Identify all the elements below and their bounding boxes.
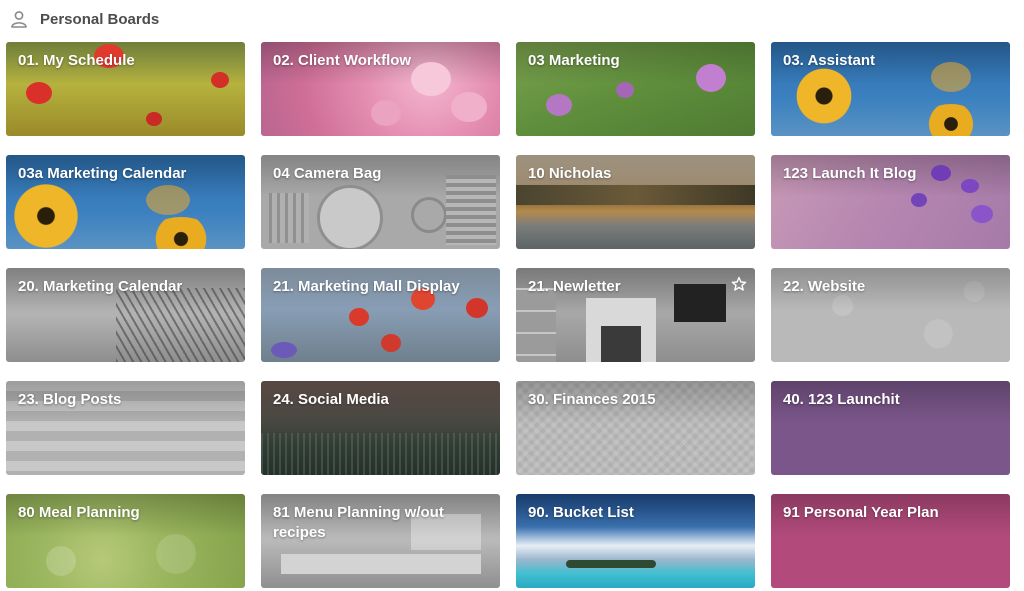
board-title: 21. Marketing Mall Display [273, 278, 460, 295]
camera-gear-decoration [411, 197, 447, 233]
tree-line-decoration [516, 185, 755, 205]
board-tile-10-nicholas[interactable]: 10 Nicholas [516, 155, 755, 249]
yellow-flower-decoration [921, 104, 981, 136]
purple-flower-decoration [271, 342, 297, 358]
board-title: 23. Blog Posts [18, 391, 122, 408]
kitchen-decoration [281, 554, 481, 574]
board-title: 02. Client Workflow [273, 52, 412, 69]
camera-gear-decoration [446, 175, 496, 245]
blossom-decoration [451, 92, 487, 122]
board-title: 01. My Schedule [18, 52, 135, 69]
blossom-decoration [371, 100, 401, 126]
board-title: 123 Launch It Blog [783, 165, 917, 182]
fireplace-decoration [601, 326, 641, 362]
purple-flower-decoration [971, 205, 993, 223]
board-title: 04 Camera Bag [273, 165, 382, 182]
board-tile-21-newletter[interactable]: 21. Newletter [516, 268, 755, 362]
board-tile-21-marketing-mall-display[interactable]: 21. Marketing Mall Display [261, 268, 500, 362]
board-tile-81-menu-planning[interactable]: 81 Menu Planning w/out recipes [261, 494, 500, 588]
board-tile-24-social-media[interactable]: 24. Social Media [261, 381, 500, 475]
board-tile-40-123-launchit[interactable]: 40. 123 Launchit [771, 381, 1010, 475]
board-title: 22. Website [783, 278, 866, 295]
shelf-decoration [516, 288, 556, 362]
poppy-decoration [211, 72, 229, 88]
board-title: 81 Menu Planning w/out recipes [273, 504, 444, 541]
purple-flower-decoration [546, 94, 572, 116]
camera-gear-decoration [317, 185, 383, 249]
board-tile-30-finances-2015[interactable]: 30. Finances 2015 [516, 381, 755, 475]
board-tile-03-assistant[interactable]: 03. Assistant [771, 42, 1010, 136]
poppy-decoration [146, 112, 162, 126]
island-decoration [566, 560, 656, 568]
purple-flower-decoration [616, 82, 634, 98]
board-title: 90. Bucket List [528, 504, 634, 521]
board-tile-23-blog-posts[interactable]: 23. Blog Posts [6, 381, 245, 475]
section-title: Personal Boards [40, 10, 160, 28]
purple-flower-decoration [911, 193, 927, 207]
board-tile-04-camera-bag[interactable]: 04 Camera Bag [261, 155, 500, 249]
board-tile-91-personal-year-plan[interactable]: 91 Personal Year Plan [771, 494, 1010, 588]
bokeh-decoration [146, 185, 190, 215]
red-flower-decoration [466, 298, 488, 318]
board-title: 40. 123 Launchit [783, 391, 900, 408]
board-tile-90-bucket-list[interactable]: 90. Bucket List [516, 494, 755, 588]
bare-tree-decoration [116, 288, 245, 362]
bokeh-decoration [156, 534, 196, 574]
board-title: 80 Meal Planning [18, 504, 140, 521]
star-outline-icon[interactable] [731, 276, 747, 292]
board-title: 21. Newletter [528, 278, 621, 295]
board-title: 10 Nicholas [528, 165, 612, 182]
camera-gear-decoration [269, 193, 309, 243]
board-title: 24. Social Media [273, 391, 389, 408]
board-tile-my-schedule[interactable]: 01. My Schedule [6, 42, 245, 136]
board-title: 20. Marketing Calendar [18, 278, 183, 295]
board-title: 03. Assistant [783, 52, 875, 69]
board-tile-client-workflow[interactable]: 02. Client Workflow [261, 42, 500, 136]
yellow-flower-decoration [789, 68, 859, 124]
person-icon [10, 10, 28, 28]
board-tile-22-website[interactable]: 22. Website [771, 268, 1010, 362]
yellow-flower-decoration [146, 217, 216, 249]
board-tile-80-meal-planning[interactable]: 80 Meal Planning [6, 494, 245, 588]
board-tile-20-marketing-calendar[interactable]: 20. Marketing Calendar [6, 268, 245, 362]
grass-decoration [261, 433, 500, 475]
board-title: 03a Marketing Calendar [18, 165, 187, 182]
boards-grid: 01. My Schedule 02. Client Workflow 03 M… [6, 42, 1010, 588]
yellow-flower-decoration [6, 183, 86, 249]
red-flower-decoration [349, 308, 369, 326]
board-title: 03 Marketing [528, 52, 620, 69]
board-tile-03a-marketing-calendar[interactable]: 03a Marketing Calendar [6, 155, 245, 249]
bokeh-decoration [46, 546, 76, 576]
personal-boards-header: Personal Boards [10, 8, 159, 30]
red-flower-decoration [381, 334, 401, 352]
board-title: 30. Finances 2015 [528, 391, 656, 408]
poppy-decoration [26, 82, 52, 104]
board-title: 91 Personal Year Plan [783, 504, 939, 521]
board-tile-123-launch-it-blog[interactable]: 123 Launch It Blog [771, 155, 1010, 249]
board-tile-03-marketing[interactable]: 03 Marketing [516, 42, 755, 136]
